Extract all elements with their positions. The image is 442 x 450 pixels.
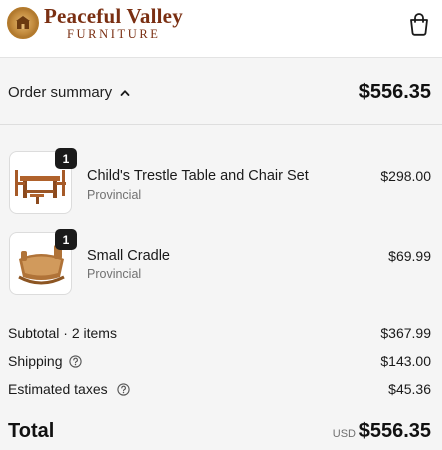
shipping-label: Shipping (8, 353, 63, 369)
taxes-value: $45.36 (388, 381, 431, 397)
item-name: Child's Trestle Table and Chair Set (87, 168, 309, 184)
shipping-row: Shipping $143.00 (0, 353, 442, 375)
total-value: $556.35 (358, 420, 431, 442)
brand-subtitle: FURNITURE (67, 27, 161, 41)
brand-name: Peaceful Valley (44, 4, 183, 28)
header: Peaceful Valley FURNITURE (0, 0, 442, 58)
total-label: Total (8, 420, 55, 442)
item-price: $298.00 (380, 168, 431, 184)
chevron-up-icon (120, 89, 130, 96)
item-variant: Provincial (87, 267, 142, 281)
taxes-label: Estimated taxes (8, 381, 108, 397)
quantity-badge: 1 (55, 229, 77, 250)
subtotal-value: $367.99 (380, 325, 431, 341)
order-summary-label: Order summary (8, 84, 113, 101)
subtotal-row: Subtotal · 2 items $367.99 (0, 325, 442, 347)
subtotal-label: Subtotal · 2 items (8, 325, 117, 341)
help-icon[interactable] (68, 354, 82, 368)
shipping-value: $143.00 (380, 353, 431, 369)
item-name: Small Cradle (87, 248, 170, 264)
order-summary-total: $556.35 (358, 81, 431, 103)
total-currency: USD (332, 428, 356, 440)
help-icon[interactable] (116, 382, 130, 396)
taxes-row: Estimated taxes $45.36 (0, 381, 442, 403)
store-logo[interactable]: Peaceful Valley FURNITURE (7, 6, 183, 41)
logo-emblem-icon (7, 7, 39, 40)
item-variant: Provincial (87, 188, 142, 202)
line-item: 1 Small Cradle Provincial $69.99 (0, 229, 442, 302)
item-price: $69.99 (388, 248, 431, 264)
quantity-badge: 1 (55, 148, 77, 169)
line-item: 1 Child's Trestle Table and Chair Set Pr… (0, 148, 442, 221)
order-summary-toggle[interactable]: Order summary $556.35 (0, 59, 442, 125)
shopping-bag-icon[interactable] (406, 11, 432, 37)
